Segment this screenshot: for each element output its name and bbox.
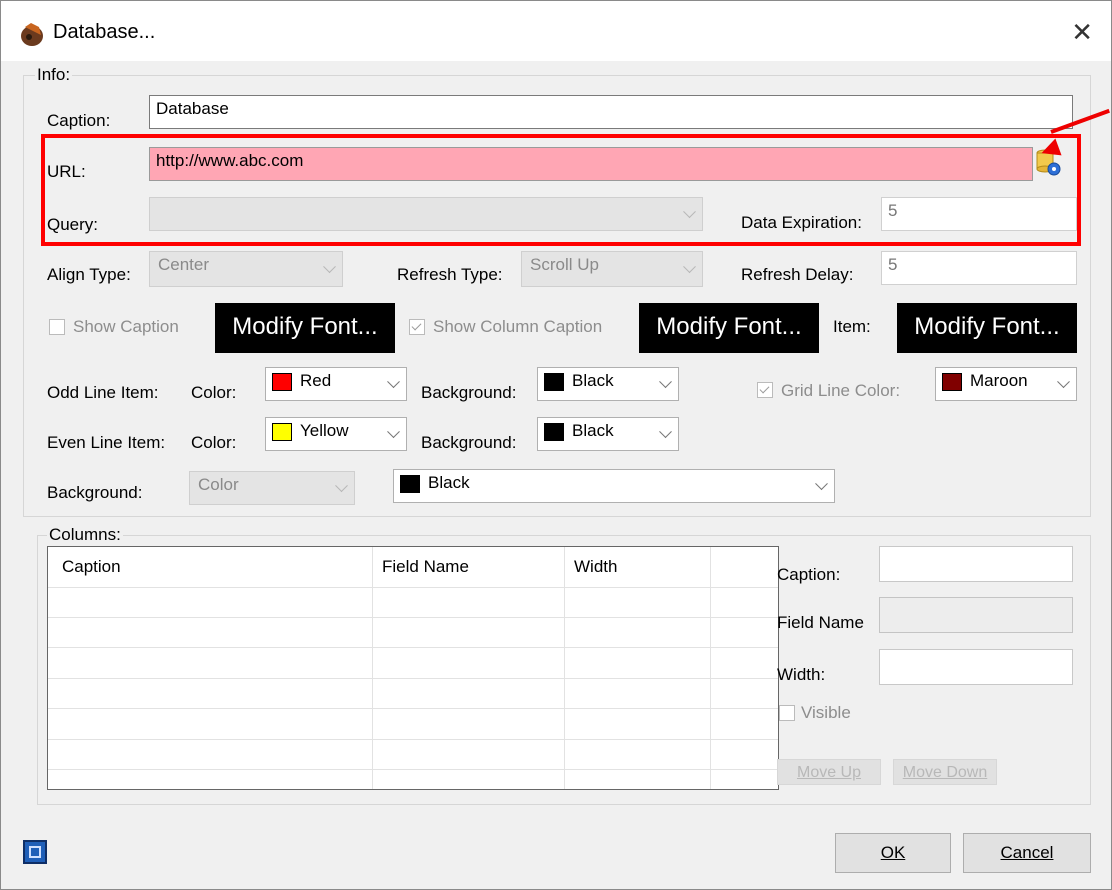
show-caption-label: Show Caption [73, 317, 179, 336]
columns-table[interactable]: Caption Field Name Width [47, 546, 779, 790]
modify-item-font-button[interactable]: Modify Font... [897, 303, 1077, 353]
odd-background-label: Background: [421, 383, 517, 402]
modify-caption-font-button[interactable]: Modify Font... [215, 303, 395, 353]
chevron-down-icon [683, 260, 696, 274]
highlight-box [41, 134, 1081, 246]
database-dialog: Database... ✕ Info: Caption: Database UR… [0, 0, 1112, 890]
column-header-caption[interactable]: Caption [62, 557, 121, 577]
align-type-label: Align Type: [47, 265, 131, 284]
refresh-delay-label: Refresh Delay: [741, 265, 854, 284]
background-type-value: Color [198, 475, 239, 494]
odd-color-select[interactable]: Red [265, 367, 407, 401]
item-label: Item: [833, 317, 871, 336]
column-width-input[interactable] [879, 649, 1073, 685]
window-title: Database... [53, 21, 156, 43]
odd-color-value: Red [300, 371, 332, 390]
ok-button-label: OK [880, 843, 906, 862]
chevron-down-icon [659, 425, 672, 439]
chevron-down-icon [387, 375, 400, 389]
cancel-button[interactable]: Cancel [963, 833, 1091, 873]
odd-color-swatch [272, 373, 292, 391]
background-color-select[interactable]: Black [393, 469, 835, 503]
row-divider [48, 769, 778, 770]
even-color-label: Color: [191, 433, 237, 452]
even-background-select[interactable]: Black [537, 417, 679, 451]
even-color-select[interactable]: Yellow [265, 417, 407, 451]
title-bar: Database... ✕ [1, 1, 1111, 61]
column-visible-checkbox[interactable] [779, 705, 795, 721]
info-group-label: Info: [35, 65, 73, 85]
odd-background-select[interactable]: Black [537, 367, 679, 401]
caption-label: Caption: [47, 111, 111, 130]
ok-button[interactable]: OK [835, 833, 951, 873]
row-divider [48, 617, 778, 618]
grid-line-color-checkbox[interactable] [757, 382, 773, 398]
odd-background-swatch [544, 373, 564, 391]
column-divider [372, 547, 373, 789]
column-visible-label: Visible [801, 703, 851, 722]
refresh-delay-input[interactable]: 5 [881, 251, 1077, 285]
even-color-value: Yellow [300, 421, 349, 440]
refresh-type-label: Refresh Type: [397, 265, 503, 284]
even-background-label: Background: [421, 433, 517, 452]
show-column-caption-label: Show Column Caption [433, 317, 603, 336]
move-down-button[interactable]: Move Down [893, 759, 997, 785]
odd-color-label: Color: [191, 383, 237, 402]
odd-line-item-label: Odd Line Item: [47, 383, 159, 402]
column-caption-input[interactable] [879, 546, 1073, 582]
column-field-name-input[interactable] [879, 597, 1073, 633]
background-label: Background: [47, 483, 143, 502]
column-header-field-name[interactable]: Field Name [382, 557, 469, 577]
window-restore-icon[interactable] [23, 840, 47, 864]
column-caption-label: Caption: [777, 565, 841, 584]
chevron-down-icon [659, 375, 672, 389]
refresh-type-select[interactable]: Scroll Up [521, 251, 703, 287]
show-caption-checkbox[interactable] [49, 319, 65, 335]
even-background-swatch [544, 423, 564, 441]
background-type-select[interactable]: Color [189, 471, 355, 505]
background-color-swatch [400, 475, 420, 493]
grid-line-color-select[interactable]: Maroon [935, 367, 1077, 401]
column-divider [710, 547, 711, 789]
app-icon [21, 23, 43, 46]
row-divider [48, 708, 778, 709]
modify-column-font-button[interactable]: Modify Font... [639, 303, 819, 353]
chevron-down-icon [387, 425, 400, 439]
background-color-value: Black [428, 473, 470, 492]
caption-input[interactable]: Database [149, 95, 1073, 129]
align-type-select[interactable]: Center [149, 251, 343, 287]
align-type-value: Center [158, 255, 210, 274]
move-up-button[interactable]: Move Up [777, 759, 881, 785]
column-header-width[interactable]: Width [574, 557, 617, 577]
odd-background-value: Black [572, 371, 614, 390]
grid-line-color-value: Maroon [970, 371, 1028, 390]
column-field-name-label: Field Name [777, 613, 864, 632]
even-line-item-label: Even Line Item: [47, 433, 166, 452]
row-divider [48, 678, 778, 679]
chevron-down-icon [335, 479, 348, 493]
row-divider [48, 587, 778, 588]
column-divider [564, 547, 565, 789]
even-background-value: Black [572, 421, 614, 440]
cancel-button-label: Cancel [1000, 843, 1054, 862]
columns-group-label: Columns: [47, 525, 123, 545]
chevron-down-icon [323, 260, 336, 274]
chevron-down-icon [1057, 375, 1070, 389]
row-divider [48, 739, 778, 740]
refresh-type-value: Scroll Up [530, 255, 599, 274]
row-divider [48, 647, 778, 648]
chevron-down-icon [815, 477, 828, 491]
close-icon[interactable]: ✕ [1071, 17, 1093, 48]
column-width-label: Width: [777, 665, 826, 684]
grid-line-color-label: Grid Line Color: [781, 381, 901, 400]
show-column-caption-checkbox[interactable] [409, 319, 425, 335]
grid-line-color-swatch [942, 373, 962, 391]
even-color-swatch [272, 423, 292, 441]
